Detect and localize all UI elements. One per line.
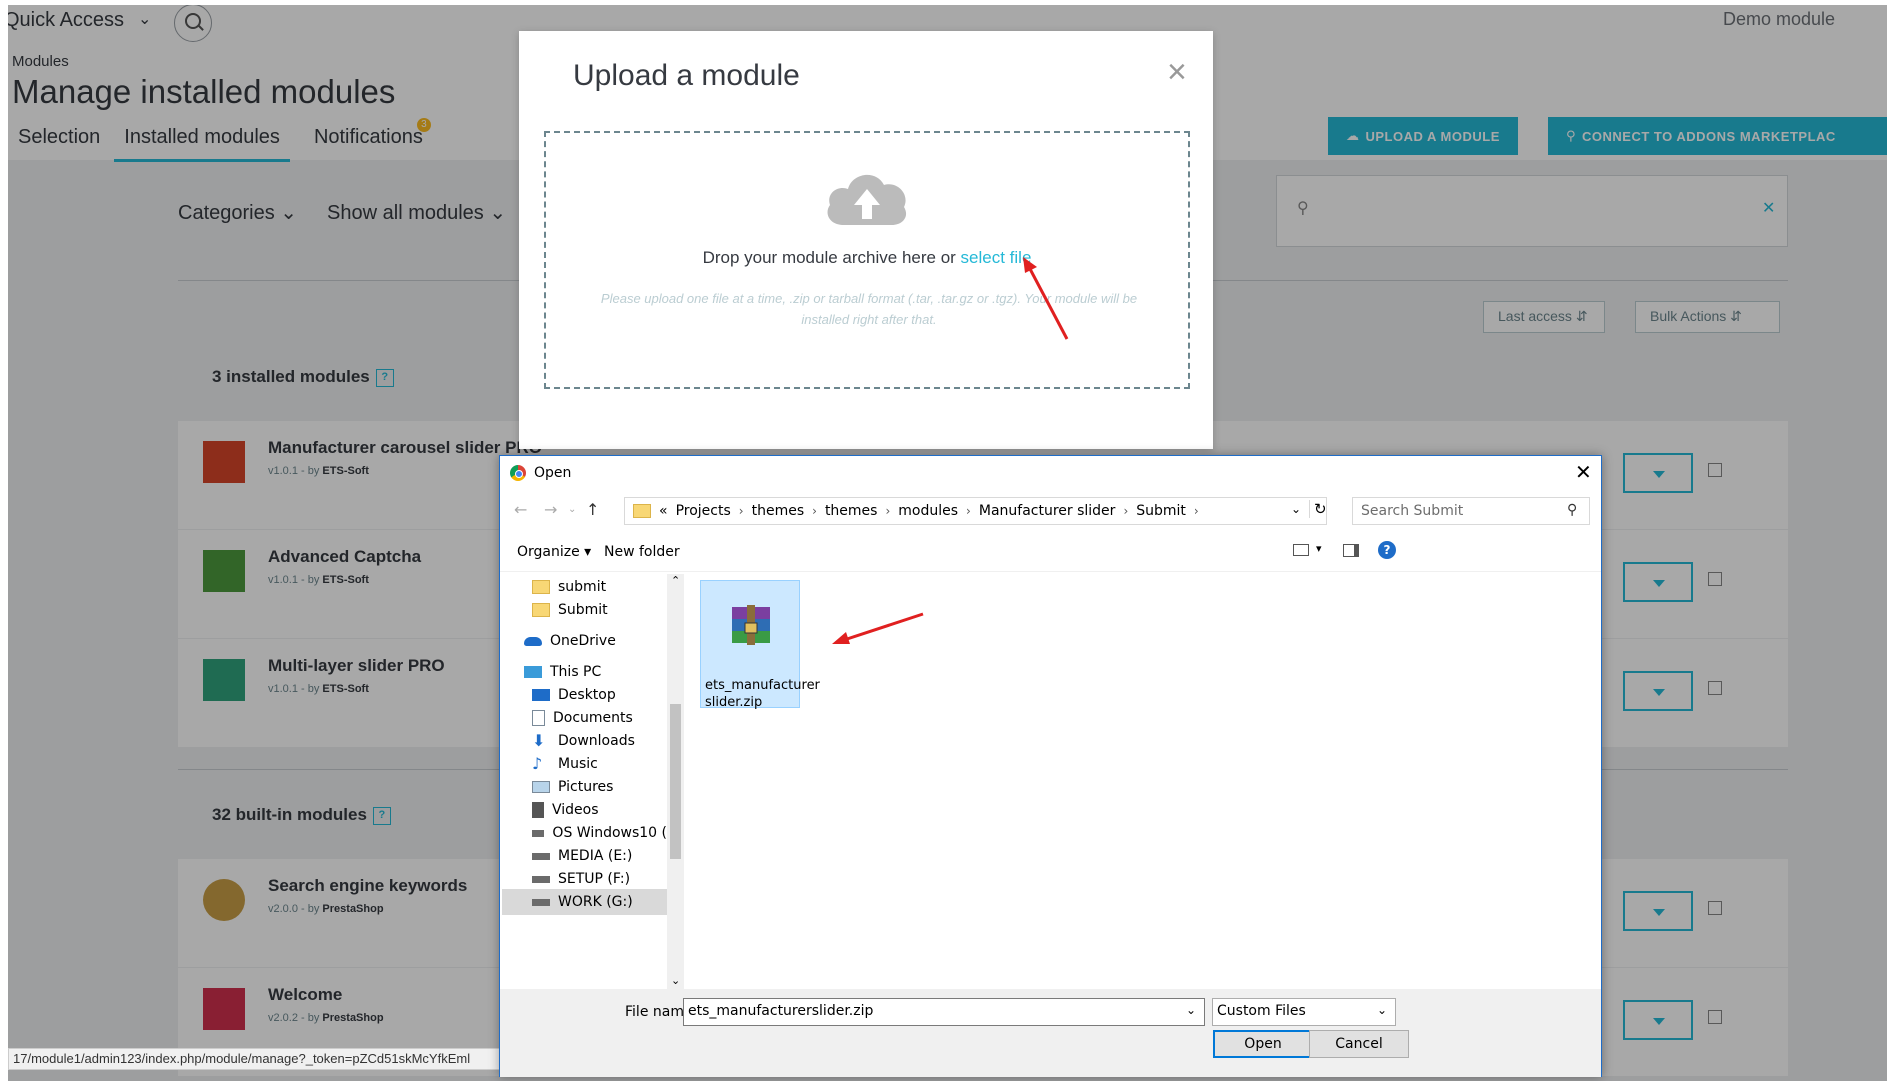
onedrive-icon [524,636,542,646]
upload-tip: Please upload one file at a time, .zip o… [600,291,1138,327]
tree-item-label: Desktop [558,687,616,703]
navigation-scrollbar[interactable]: ⌃ ⌄ [667,574,684,989]
chevron-down-icon[interactable]: ⌄ [1291,502,1301,516]
chrome-icon [510,465,526,481]
screenshot: Quick Access ⌄ Demo module Modules Manag… [0,0,1887,1081]
scroll-down-icon[interactable]: ⌄ [671,974,680,987]
forward-arrow-icon[interactable]: → [544,500,557,519]
dialog-footer: File name: ets_manufacturerslider.zip ⌄ … [500,989,1601,1077]
folder-icon [532,603,550,617]
chevron-down-icon[interactable]: ⌄ [1186,1003,1196,1017]
folder-icon [532,580,550,594]
scroll-up-icon[interactable]: ⌃ [671,574,680,587]
drop-text: Drop your module archive here or [702,248,956,267]
tree-item-label: OS Windows10 ( [552,825,667,841]
file-list: ets_manufacturer slider.zip [685,574,1600,989]
cancel-button[interactable]: Cancel [1309,1030,1409,1058]
module-dropzone[interactable]: Drop your module archive here or select … [544,131,1190,389]
music-icon: ♪ [532,754,543,773]
file-name-label: ets_manufacturer slider.zip [705,678,820,710]
path-prefix: « [659,503,668,519]
scrollbar-thumb[interactable] [670,704,681,859]
chevron-down-icon: ⌄ [1377,1003,1388,1017]
organize-label: Organize [517,544,580,560]
preview-pane-icon[interactable] [1343,544,1359,557]
search-submit-input[interactable]: Search Submit ⚲ [1352,497,1590,525]
select-file-link[interactable]: select file [961,248,1032,267]
upload-module-modal: Upload a module × Drop your module archi… [519,31,1213,449]
navigation-pane: submit Submit OneDrive This PC Desktop D… [502,574,667,989]
downloads-icon: ⬇ [532,731,546,750]
back-arrow-icon[interactable]: ← [514,500,527,519]
tree-item-label: MEDIA (E:) [558,848,633,864]
cloud-upload-icon [827,174,907,225]
chevron-right-icon: › [738,504,744,518]
tree-item-label: Downloads [558,733,635,749]
dialog-title: Open [534,465,572,481]
help-icon[interactable]: ? [1378,541,1396,559]
search-placeholder: Search Submit [1361,503,1464,519]
tree-item-label: WORK (G:) [558,894,633,910]
file-name-input[interactable]: ets_manufacturerslider.zip ⌄ [683,998,1205,1026]
tree-item-work-drive[interactable]: WORK (G:) [502,889,667,915]
chevron-right-icon: › [1193,504,1199,518]
breadcrumb-segment[interactable]: themes [752,503,805,519]
file-type-value: Custom Files [1217,1003,1306,1019]
tree-item-label: Videos [552,802,599,818]
chevron-right-icon: › [812,504,817,518]
view-options-icon[interactable] [1293,544,1309,556]
organize-menu[interactable]: Organize ▾ [517,544,591,560]
breadcrumb-segment[interactable]: Manufacturer slider [979,503,1116,519]
tree-item-label: Pictures [558,779,614,795]
tree-item-onedrive[interactable]: OneDrive [502,628,667,654]
drive-icon [532,875,550,883]
tree-item-label: submit [558,579,607,595]
refresh-icon[interactable]: ↻ [1309,500,1327,518]
tree-item-submit[interactable]: Submit [502,597,667,623]
up-arrow-icon[interactable]: ↑ [586,500,599,519]
chevron-down-icon[interactable]: ▾ [1316,542,1322,555]
address-bar[interactable]: « Projects › themes › themes › modules › Man… [624,497,1327,525]
chevron-right-icon: › [966,504,971,518]
breadcrumb-segment[interactable]: themes [825,503,878,519]
drive-icon [532,898,550,906]
tree-item-label: Submit [558,602,608,618]
status-bar-url: 17/module1/admin123/index.php/module/man… [8,1048,508,1070]
breadcrumb-segment[interactable]: Submit [1136,503,1186,519]
winrar-archive-icon [732,605,770,645]
modal-title: Upload a module [573,59,800,92]
open-file-dialog: Open ✕ ← → ⌄ ↑ « Projects › themes › theme… [499,455,1602,1077]
documents-icon [532,710,545,726]
pc-icon [524,666,542,678]
tree-item-label: Documents [553,710,633,726]
tree-item-label: SETUP (F:) [558,871,631,887]
tree-item-label: This PC [550,664,602,680]
breadcrumb-segment[interactable]: modules [898,503,958,519]
open-button[interactable]: Open [1213,1030,1313,1058]
breadcrumb-segment[interactable]: Projects [676,503,731,519]
chevron-right-icon: › [1123,504,1129,518]
tree-item-label: Music [558,756,598,772]
search-icon: ⚲ [1567,502,1578,518]
file-type-select[interactable]: Custom Files ⌄ [1212,998,1396,1026]
pictures-icon [532,781,550,793]
drive-icon [532,852,550,860]
command-bar: Organize ▾ New folder ▾ ? [500,534,1601,572]
drop-instructions: Drop your module archive here or select … [546,248,1188,268]
new-folder-button[interactable]: New folder [604,544,680,560]
chevron-right-icon: › [885,504,891,518]
file-item[interactable]: ets_manufacturer slider.zip [700,580,820,710]
close-icon[interactable]: × [1167,55,1187,89]
recent-locations-icon[interactable]: ⌄ [568,504,576,515]
videos-icon [532,802,544,818]
folder-icon [633,504,651,518]
file-name-value: ets_manufacturerslider.zip [688,1003,874,1019]
desktop-icon [532,689,550,701]
close-icon[interactable]: ✕ [1575,460,1592,484]
tree-item-label: OneDrive [550,633,616,649]
drive-icon [532,829,545,837]
